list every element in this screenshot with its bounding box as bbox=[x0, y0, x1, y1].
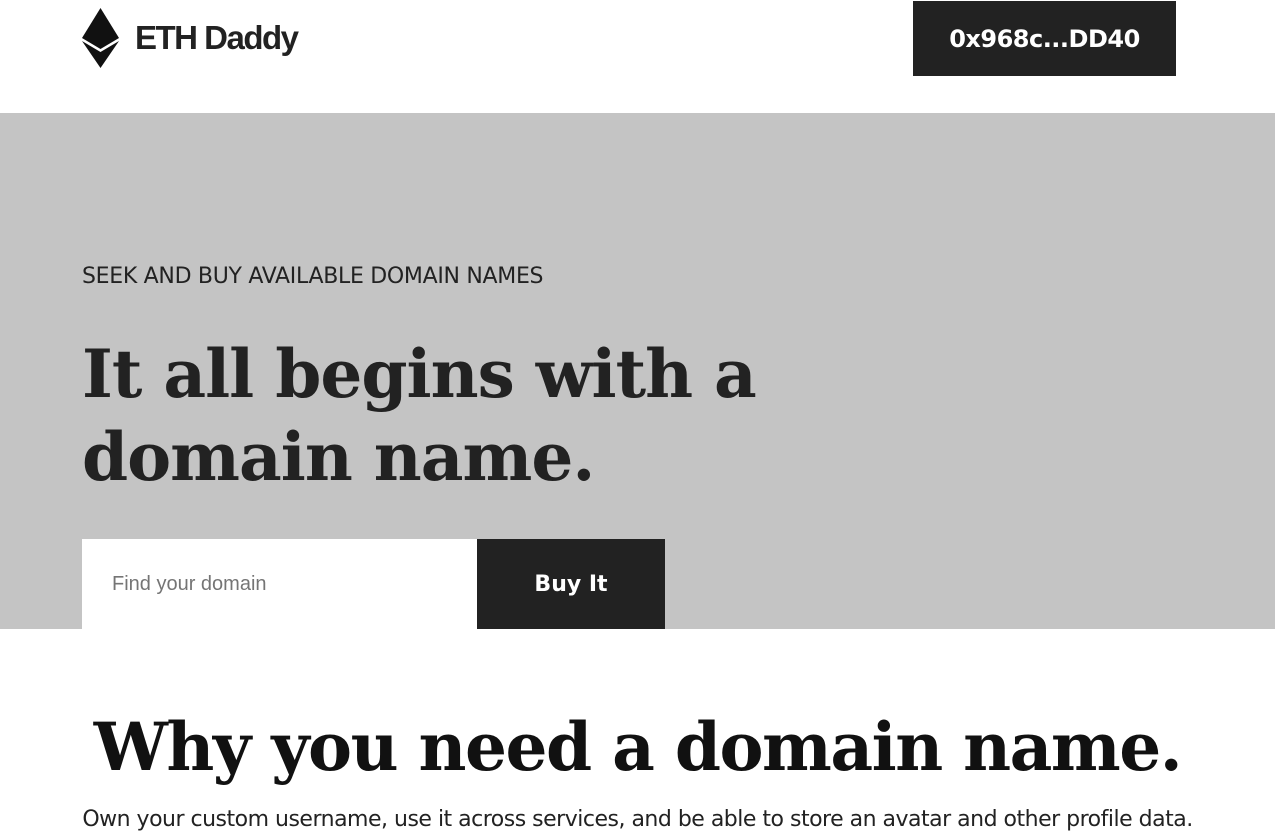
buy-it-button[interactable]: Buy It bbox=[477, 539, 665, 629]
ethereum-diamond-icon bbox=[82, 8, 119, 68]
wallet-address-button[interactable]: 0x968c...DD40 bbox=[913, 1, 1176, 76]
why-description: Own your custom username, use it across … bbox=[82, 807, 1193, 832]
navbar: ETH Daddy 0x968c...DD40 bbox=[0, 0, 1275, 113]
brand[interactable]: ETH Daddy bbox=[82, 8, 299, 68]
hero-section: SEEK AND BUY AVAILABLE DOMAIN NAMES It a… bbox=[0, 113, 1275, 629]
why-title: Why you need a domain name. bbox=[93, 708, 1183, 786]
brand-name: ETH Daddy bbox=[135, 19, 299, 56]
domain-search-input[interactable] bbox=[82, 539, 477, 629]
hero-eyebrow: SEEK AND BUY AVAILABLE DOMAIN NAMES bbox=[82, 264, 544, 289]
domain-search-form: Buy It bbox=[82, 539, 665, 629]
hero-title: It all begins with a domain name. bbox=[82, 335, 757, 496]
why-section: Why you need a domain name. Own your cus… bbox=[0, 629, 1275, 833]
